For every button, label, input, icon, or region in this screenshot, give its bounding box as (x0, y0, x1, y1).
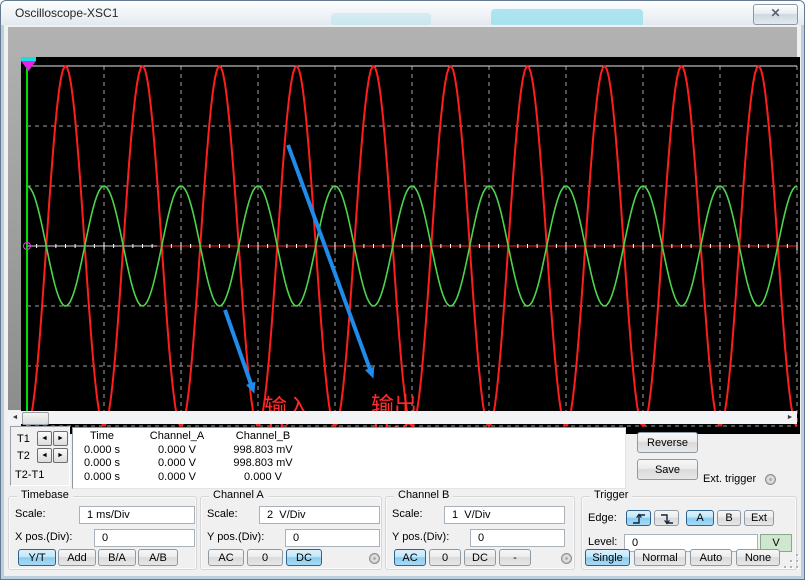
scope-screen: 输入 Ui 输出 Uo2 (21, 57, 800, 434)
column-header-channel-b: Channel_B (223, 430, 303, 444)
channel-b-ypos-input[interactable] (470, 529, 565, 547)
timebase-title: Timebase (17, 489, 73, 501)
scope-display-bezel: 输入 Ui 输出 Uo2 (8, 27, 797, 410)
channel-b-scale-input[interactable] (444, 506, 565, 524)
oscilloscope-window: Oscilloscope-XSC1 ✕ (0, 0, 805, 580)
t2-t1-label: T2-T1 (15, 469, 44, 481)
t2-channel-b: 998.803 mV (223, 457, 303, 471)
mode-add-button[interactable]: Add (58, 549, 96, 566)
display-scrollbar[interactable]: ◄ ► (8, 411, 797, 424)
falling-edge-icon[interactable] (654, 510, 679, 526)
diff-time: 0.000 s (73, 471, 131, 485)
title-bar[interactable]: Oscilloscope-XSC1 ✕ (1, 1, 804, 25)
measurement-readout: Time Channel_A Channel_B 0.000 s 0.000 V… (72, 427, 626, 489)
trigger-title: Trigger (590, 489, 632, 501)
channel-b-minus-button[interactable]: - (499, 549, 531, 566)
close-icon[interactable]: ✕ (753, 4, 798, 25)
window-title: Oscilloscope-XSC1 (15, 6, 118, 20)
channel-b-title: Channel B (394, 489, 453, 501)
ext-trigger-label: Ext. trigger (703, 473, 756, 485)
trigger-edge-label: Edge: (588, 512, 617, 524)
rising-edge-icon[interactable] (626, 510, 651, 526)
column-header-channel-a: Channel_A (131, 430, 223, 444)
t1-right-arrow-icon[interactable]: ► (53, 431, 68, 446)
channel-a-scale-input[interactable] (259, 506, 380, 524)
t1-time: 0.000 s (73, 444, 131, 458)
trigger-group: Trigger Edge: A B Ext Level: V Single No… (581, 496, 797, 570)
channel-a-scale-label: Scale: (207, 508, 238, 520)
channel-a-terminal[interactable] (369, 553, 380, 564)
trigger-normal-button[interactable]: Normal (634, 549, 686, 566)
channel-b-scale-label: Scale: (392, 508, 423, 520)
t2-time: 0.000 s (73, 457, 131, 471)
diff-channel-b: 0.000 V (223, 471, 303, 485)
timebase-xpos-input[interactable] (94, 529, 195, 547)
mode-yt-button[interactable]: Y/T (18, 549, 56, 566)
channel-a-zero-button[interactable]: 0 (247, 549, 283, 566)
reverse-button[interactable]: Reverse (637, 432, 698, 453)
diff-channel-a: 0.000 V (131, 471, 223, 485)
column-header-time: Time (73, 430, 131, 444)
t1-label: T1 (17, 433, 30, 445)
t2-left-arrow-icon[interactable]: ◄ (37, 448, 52, 463)
t1-channel-b: 998.803 mV (223, 444, 303, 458)
scroll-right-icon[interactable]: ► (784, 411, 796, 424)
scroll-left-icon[interactable]: ◄ (9, 411, 21, 424)
channel-b-terminal[interactable] (561, 553, 572, 564)
trigger-source-a-button[interactable]: A (686, 510, 714, 526)
scrollbar-thumb[interactable] (22, 412, 49, 425)
time-axis (27, 242, 797, 250)
timebase-scale-label: Scale: (15, 508, 46, 520)
timebase-group: Timebase Scale: X pos.(Div): Y/T Add B/A… (8, 496, 197, 570)
channel-a-title: Channel A (209, 489, 268, 501)
annotation-arrow-input (225, 310, 252, 387)
t1-channel-a: 0.000 V (131, 444, 223, 458)
save-button[interactable]: Save (637, 459, 698, 480)
trigger-single-button[interactable]: Single (585, 549, 630, 566)
mode-ab-button[interactable]: A/B (138, 549, 178, 566)
trigger-none-button[interactable]: None (736, 549, 780, 566)
trigger-source-ext-button[interactable]: Ext (744, 510, 774, 526)
channel-b-group: Channel B Scale: Y pos.(Div): AC 0 DC - (385, 496, 575, 570)
channel-a-ypos-label: Y pos.(Div): (207, 531, 264, 543)
channel-b-zero-button[interactable]: 0 (429, 549, 461, 566)
ext-trigger-terminal[interactable] (765, 474, 776, 485)
timebase-xpos-label: X pos.(Div): (15, 531, 72, 543)
channel-a-dc-button[interactable]: DC (286, 549, 322, 566)
mode-ba-button[interactable]: B/A (98, 549, 136, 566)
resize-grip[interactable] (786, 556, 800, 572)
trigger-auto-button[interactable]: Auto (690, 549, 732, 566)
trigger-level-label: Level: (588, 536, 617, 548)
channel-b-dc-button[interactable]: DC (464, 549, 496, 566)
channel-a-ypos-input[interactable] (285, 529, 380, 547)
channel-a-ac-button[interactable]: AC (208, 549, 244, 566)
t2-right-arrow-icon[interactable]: ► (53, 448, 68, 463)
channel-b-ypos-label: Y pos.(Div): (392, 531, 449, 543)
t1-left-arrow-icon[interactable]: ◄ (37, 431, 52, 446)
t2-channel-a: 0.000 V (131, 457, 223, 471)
cursor-control-panel: T1 ◄ ► T2 ◄ ► T2-T1 (10, 426, 70, 486)
timebase-scale-input[interactable] (79, 506, 195, 524)
channel-b-ac-button[interactable]: AC (394, 549, 426, 566)
cursor-1-marker-icon[interactable] (21, 57, 36, 71)
trigger-source-b-button[interactable]: B (717, 510, 741, 526)
channel-a-group: Channel A Scale: Y pos.(Div): AC 0 DC (200, 496, 382, 570)
t2-label: T2 (17, 450, 30, 462)
